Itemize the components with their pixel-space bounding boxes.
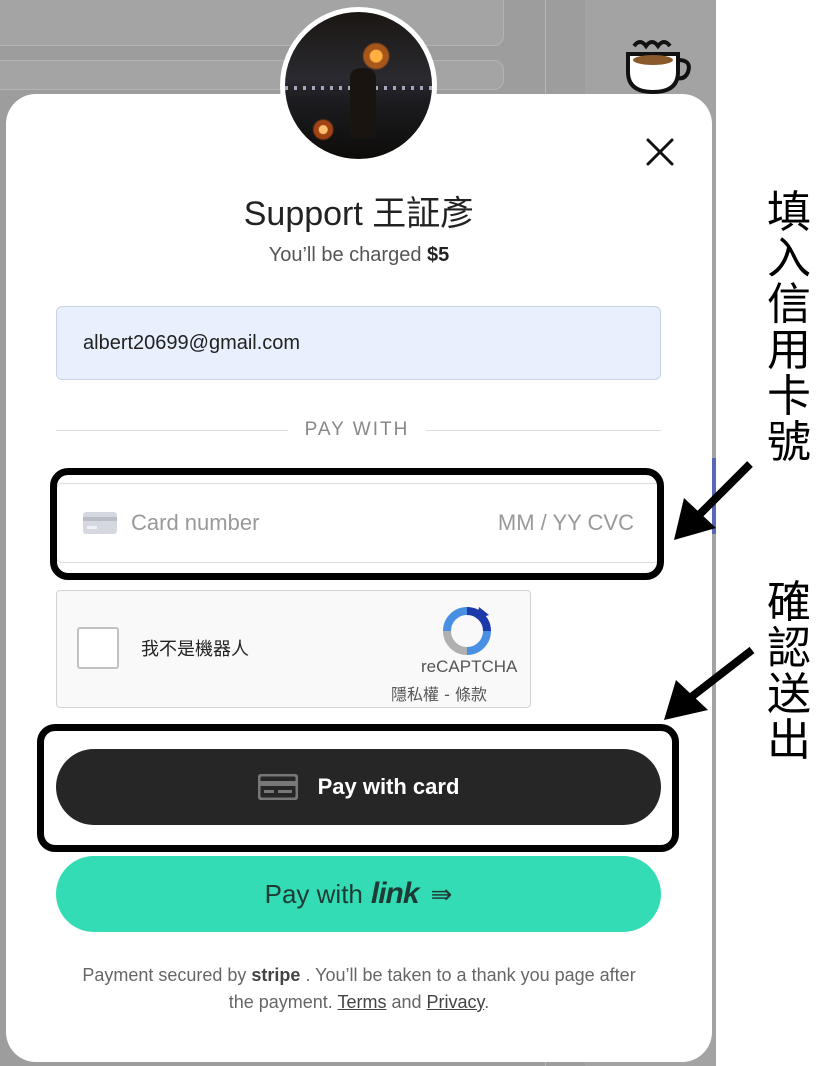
stripe-logo: stripe bbox=[251, 965, 301, 985]
recaptcha-checkbox[interactable] bbox=[77, 627, 119, 669]
avatar bbox=[280, 7, 437, 164]
footer-text: Payment secured by bbox=[82, 965, 252, 985]
coffee-cup-icon bbox=[626, 40, 691, 95]
pay-with-link-prefix: Pay with bbox=[264, 878, 363, 909]
privacy-link[interactable]: Privacy bbox=[427, 992, 485, 1012]
pay-button-highlight bbox=[37, 724, 679, 852]
card-field-highlight bbox=[50, 468, 664, 580]
recaptcha-terms[interactable]: 隱私權 - 條款 bbox=[391, 681, 487, 705]
footer-text: . bbox=[484, 992, 490, 1012]
submit-annotation-text: 確認送出 bbox=[766, 580, 816, 780]
pay-with-link-button[interactable]: Pay with link ⇛ bbox=[56, 856, 661, 932]
recaptcha-icon bbox=[443, 607, 491, 655]
payment-footer: Payment secured by stripe . You’ll be ta… bbox=[76, 962, 642, 1016]
recaptcha-brand: reCAPTCHA bbox=[421, 657, 518, 676]
modal-title: Support 王証彥 bbox=[243, 195, 475, 233]
arrow-right-icon: ⇛ bbox=[430, 878, 453, 909]
card-annotation-text: 填入信用卡號 bbox=[766, 190, 816, 490]
link-logo: link bbox=[370, 877, 420, 910]
charge-text: You’ll be charged bbox=[268, 244, 428, 266]
card-annotation-label: 填入信用卡號 bbox=[767, 187, 811, 468]
pay-with-label: PAY WITH bbox=[288, 419, 426, 441]
footer-text: and bbox=[386, 992, 427, 1012]
arrow-icon bbox=[664, 646, 755, 720]
close-icon[interactable] bbox=[642, 134, 678, 170]
background-field bbox=[0, 0, 504, 46]
charge-amount: $5 bbox=[427, 244, 450, 266]
arrow-icon bbox=[674, 461, 753, 540]
submit-annotation-label: 確認送出 bbox=[767, 577, 811, 766]
avatar-photo bbox=[285, 12, 432, 159]
email-value: albert20699@gmail.com bbox=[83, 331, 301, 354]
recaptcha-label: 我不是機器人 bbox=[141, 639, 249, 660]
charge-summary: You’ll be charged $5 bbox=[6, 244, 712, 267]
recaptcha-widget: 我不是機器人 reCAPTCHA 隱私權 - 條款 bbox=[56, 590, 531, 708]
terms-link[interactable]: Terms bbox=[338, 992, 387, 1012]
email-field[interactable]: albert20699@gmail.com bbox=[56, 306, 661, 380]
